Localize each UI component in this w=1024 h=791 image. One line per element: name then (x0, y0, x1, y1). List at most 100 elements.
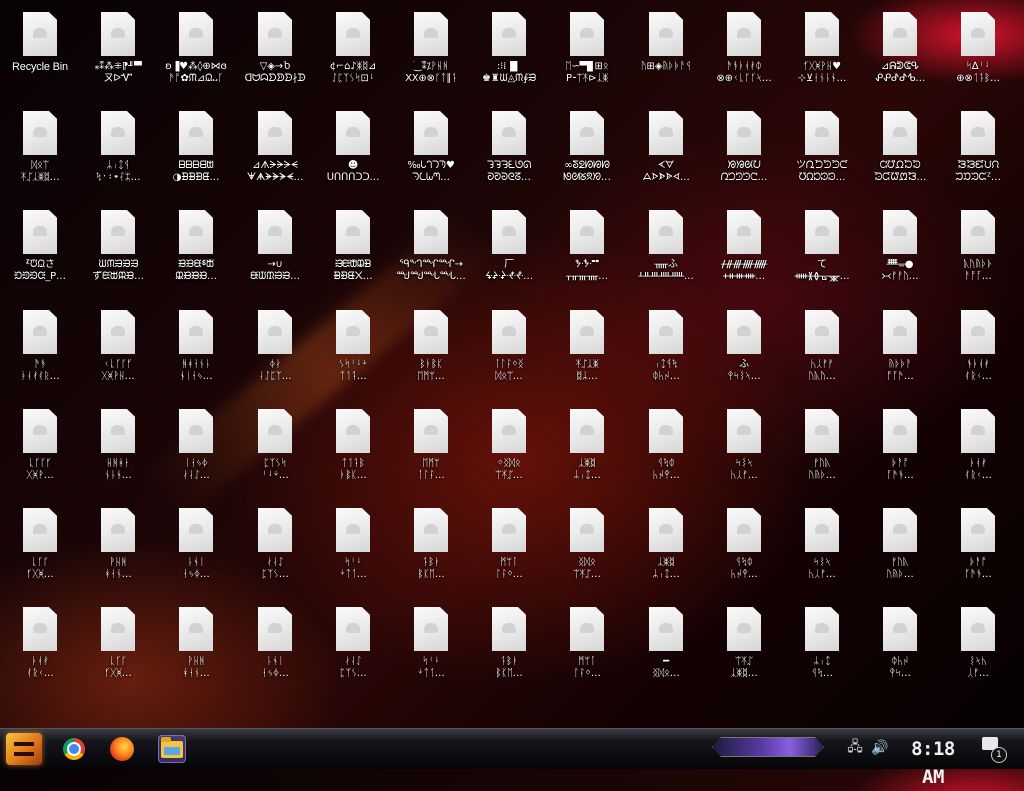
desktop-file-icon[interactable]: ᛑᛒᛓ ᛔᛕᛖ… (470, 599, 548, 697)
desktop-file-icon[interactable]: ᘳᘴᘵᘶᘷ ᘸᘹᘺᘻᘼ… (861, 103, 939, 201)
desktop-file-icon[interactable]: ⊿ᕱᕲᕳᕴ ᕵᕶᕷᕸᕹ… (861, 4, 939, 102)
desktop-file-icon[interactable]: ᚋᚌᚍᚎᚏ ᚐᚑᚒᚓ… (705, 202, 783, 300)
network-icon[interactable]: 🖧 (846, 739, 864, 757)
start-button[interactable] (6, 733, 42, 765)
desktop[interactable]: Recycle Bin ⁎⁑⁂⁜⁋╜▀ ㄡᐅᏉ ʚ▐♥⁂◊⊕⋈ɞ ᚫᚩ✿ᙏ⊿ᙉ᎑ᚴ ▽◈… (0, 0, 1024, 728)
desktop-file-icon[interactable]: ᛈᛉᛊᛋ ᛌᛍᛎ… (236, 401, 314, 499)
desktop-file-icon[interactable]: →∪ ᙠᙡᙢᙣᙤ… (236, 202, 314, 300)
desktop-file-icon[interactable]: ᛣᛤᛥ ᛦᛧᛨ… (627, 500, 705, 598)
desktop-file-icon[interactable]: ‰ᘂᘃᘄᘅ♥ ᘆᘇᘈᘉ… (392, 103, 470, 201)
action-center-button[interactable]: 1 (982, 737, 1007, 763)
desktop-file-icon[interactable]: ∞ᘕᘖᘗᘘᘙ ᘚᘛᘜᘝᘞ… (548, 103, 626, 201)
desktop-file-icon[interactable]: ᛠᛡᛢ ᛣᛤᛥ… (705, 599, 783, 697)
desktop-file-icon[interactable]: ᛷᛸᚠᚡ ᚢᚣᚤ… (783, 302, 861, 400)
desktop-file-icon[interactable]: ᛗᛘᛙ ᛚᛛᛜ… (470, 500, 548, 598)
desktop-file-icon[interactable]: ᛋᛌᛍ ᛎᛏᛐ… (314, 500, 392, 598)
desktop-file-icon[interactable]: ᚹᚺᚻ ᚼᚽᚾ… (157, 599, 235, 697)
desktop-file-icon[interactable]: ᙼᙽᙾᙿ ᚁᚂᚃᚄ… (548, 202, 626, 300)
chrome-taskbar-button[interactable] (60, 735, 88, 763)
desktop-file-icon[interactable]: ☻ ᑌᑍᑎᑏᑐᑑ… (314, 103, 392, 201)
desktop-file-icon[interactable]: ᚹᚺᚻ ᚼᚽᚾ… (79, 500, 157, 598)
desktop-file-icon[interactable]: ━ ᛝᛞᛟ… (627, 599, 705, 697)
desktop-file-icon[interactable]: ᚻᚼᚽᚾᚿ ᛀᛁᛂᛃ… (157, 302, 235, 400)
desktop-file-icon[interactable]: ᗉᗊ ᗋᗌᗍᗎᗏ… (627, 103, 705, 201)
desktop-file-icon[interactable]: ᚶᚷᚸᚹᚺ♥ ⊹⊻ᚽᚾᚿᛀ… (783, 4, 861, 102)
desktop-file-icon[interactable]: ᛡᛢᛣᛤ ᛥᛦ… (548, 302, 626, 400)
volume-icon[interactable]: 🔊 (871, 739, 889, 757)
desktop-file-icon[interactable]: ᛴᛵᛶ ᛷᛸᚠ… (705, 401, 783, 499)
desktop-file-icon[interactable]: ᚅふ ᚆᚇᚈᚉᚊ… (627, 202, 705, 300)
desktop-file-icon[interactable]: ᛩᛪᛰ ᛱᛲᛳ… (627, 401, 705, 499)
desktop-file-icon[interactable]: ᛞᛟᛠ ᛡᛢᛣᛤᛥ… (1, 103, 79, 201)
desktop-file-icon[interactable]: 厂 ᙷᙸᙹᙺᙻ… (470, 202, 548, 300)
desktop-file-icon[interactable]: ᚳᚴᚵᚶ ᚷᚸᚹ… (1, 401, 79, 499)
desktop-file-icon[interactable]: ᚫᚬᚭᚮᚯᛰ ⊗⊕ᚲᚳᚴᚵᛶ… (705, 4, 783, 102)
desktop-file-icon[interactable]: ᚲᚳᚴᚵᚶ ᚷᚸᚹᚺ… (79, 302, 157, 400)
desktop-file-icon[interactable]: ¢⌐⌂♪ᛤᛥ⊿ ᛇᛈᛉᛊᛋ⊡ᛍ (314, 4, 392, 102)
desktop-file-icon[interactable]: ᚧᚨᚩ ᚪᚫᚬ… (861, 401, 939, 499)
firefox-taskbar-button[interactable] (108, 735, 136, 763)
clock[interactable]: 8:18 AM (898, 735, 968, 788)
desktop-file-icon[interactable]: ᙥᙦᙧᙨᙩ ᙪᙫᙬ᙭… (314, 202, 392, 300)
desktop-file-icon[interactable]: ᛊᛋᛌᛍᛎ ᛏᛐᛑ… (314, 302, 392, 400)
desktop-file-icon[interactable]: ᛧᛨᛩᛪ ᛰᛱᛲ… (627, 302, 705, 400)
desktop-file-icon[interactable]: ᛒᛓᛔᛕ ᛖᛗᛘ… (392, 302, 470, 400)
desktop-file-icon[interactable]: ふ ᛳᛴᛵᛶ… (705, 302, 783, 400)
desktop-file-icon[interactable]: ʚ▐♥⁂◊⊕⋈ɞ ᚫᚩ✿ᙏ⊿ᙉ᎑ᚴ (157, 4, 235, 102)
desktop-file-icon[interactable]: ᛴᛵᛶ ᛷᛸᚠ… (783, 500, 861, 598)
desktop-file-icon[interactable]: ᚭᚮᚯ ᚰᚱᚲ… (939, 401, 1017, 499)
recycle-bin[interactable]: Recycle Bin (1, 4, 79, 102)
desktop-file-icon[interactable]: ᘟᘠᘡᘢ ᘣᘤᘥᘦᘧ… (705, 103, 783, 201)
desktop-file-icon[interactable]: ᙎᙏᙐᙑᙒ ずᙓᙔᙕᙖ… (79, 202, 157, 300)
desktop-file-icon[interactable]: ᚣᚤᚥᚦᚧ ᚨᚩᚪ… (939, 202, 1017, 300)
desktop-file-icon[interactable]: ᚡᚢᚣ ᚤᚥᚦ… (783, 401, 861, 499)
desktop-file-icon[interactable]: ᛗᛘᛙ ᛚᛛᛜ… (548, 599, 626, 697)
desktop-file-icon[interactable]: ᛅᛆᛇ ᛈᛉᛊ… (236, 500, 314, 598)
desktop-file-icon[interactable]: ᛜᛝᛞᛟ ᛠᛡᛢ… (470, 401, 548, 499)
desktop-file-icon[interactable]: ᛏᛐᛑᛒ ᛓᛔᛕ… (314, 401, 392, 499)
desktop-file-icon[interactable]: ᚭᚮᚯ ᚰᚱᚲ… (1, 599, 79, 697)
desktop-file-icon[interactable]: ᙇᙈᙉさ ᙊᙋᙌᙍ_P… (1, 202, 79, 300)
desktop-file-icon[interactable]: ᚳᚴᚵ ᚶᚷᚸ… (1, 500, 79, 598)
desktop-file-icon[interactable]: ᛋᛌᛍ ᛎᛏᛐ… (392, 599, 470, 697)
desktop-file-icon[interactable]: ᚿᛀᛁ ᛂᛃᛄ… (236, 599, 314, 697)
desktop-file-icon[interactable]: ツᘩᘪᘫᘬᘭ ᘮᘯᘰᘱᘲ… (783, 103, 861, 201)
desktop-file-icon[interactable]: ᛝᛞᛟ ᛠᛡᛢ… (548, 500, 626, 598)
desktop-file-icon[interactable]: ᚡᚢᚣ ᚤᚥᚦ… (861, 500, 939, 598)
desktop-file-icon[interactable]: ᛁᛂᛃᛄ ᛅᛆᛇ… (157, 401, 235, 499)
desktop-file-icon[interactable]: ᛑᛒᛓ ᛔᛕᛖ… (392, 500, 470, 598)
desktop-file-icon[interactable]: ᚙᚚ● ᚛᚜ᚠᚡᚢ… (861, 202, 939, 300)
desktop-file-icon[interactable]: ᚬᚭᚮᚯ ᚰᚱᚲ… (939, 302, 1017, 400)
desktop-file-icon[interactable]: ▽◈→Ⴆ ᗡᗢᗣᗤᗥᗦ∤ᗬ (236, 4, 314, 102)
desktop-file-icon[interactable]: ᚥᚦᚧᚨ ᚩᚪᚫ… (861, 302, 939, 400)
desktop-file-icon[interactable]: ᚤ⊞◈ᚥᚦᚧᚨᛩ (627, 4, 705, 102)
desktop-file-icon[interactable]: ᛣᛤᛥ ᛦᛧᛨ… (548, 401, 626, 499)
desktop-file-icon[interactable]: ᚺᚻᚼᚽ ᚾᚿᛀ… (79, 401, 157, 499)
desktop-file-icon[interactable]: ᚫᚬ ᚭᚮᚯᚰᚱ… (1, 302, 79, 400)
desktop-file-icon[interactable]: ᚧᚨᚩ ᚪᚫᚬ… (939, 500, 1017, 598)
desktop-file-icon[interactable]: ᛄᛅ ᛆᛇᛈᛉ… (236, 302, 314, 400)
desktop-file-icon[interactable]: ᛦᛧᛨ ᛩᛪ… (783, 599, 861, 697)
desktop-file-icon[interactable]: ⁎⁑⁂⁜⁋╜▀ ㄡᐅᏉ (79, 4, 157, 102)
desktop-file-icon[interactable]: ᙯᙰᙱᙲ→ ᙳᙴᙵᙶ… (392, 202, 470, 300)
desktop-file-icon[interactable]: て ᚔᚕᚖᚗᚘ… (783, 202, 861, 300)
file-explorer-taskbar-button[interactable] (158, 735, 186, 763)
desktop-file-icon[interactable]: :⁝⁞▐▌ ♚♜ᙎ◬ᙏ∮ᙑ (470, 4, 548, 102)
desktop-file-icon[interactable]: ᛰᛱᛲ ᛳᛴ… (861, 599, 939, 697)
desktop-file-icon[interactable]: ᛵᛶᛷ ᛸᚠ… (939, 599, 1017, 697)
desktop-file-icon[interactable]: ᚳᚴᚵ ᚶᚷᚸ… (79, 599, 157, 697)
desktop-file-icon[interactable]: ᛖᛗᛘ ᛙᛚᛛ… (392, 401, 470, 499)
desktop-file-icon[interactable]: ᙗᙘᙙᙚᙛ ᙜᙝᙞᙟ… (157, 202, 235, 300)
desktop-file-icon[interactable]: ᘽᘾᘿᙀᙁ ᙂᙃᙄᙅᙆ… (939, 103, 1017, 201)
desktop-file-icon[interactable]: ᗷᗸᗹᗺᗻ ◑ᗽᗾᗿᘀ… (157, 103, 235, 201)
desktop-file-icon[interactable]: ᛙᛚᛛᛜᛝ ᛞᛟᛠ… (470, 302, 548, 400)
desktop-file-icon[interactable]: ᛅᛆᛇ ᛈᛉᛊ… (314, 599, 392, 697)
desktop-file-icon[interactable]: ᘊᘋᘌᘍᘎᘏ ᘐᘑᘒᘓᘔ… (470, 103, 548, 201)
desktop-file-icon[interactable]: ᚿᛀᛁ ᛂᛃᛄ… (157, 500, 235, 598)
desktop-file-icon[interactable]: ᛦᛧᛨᛩ ᛪ᛫᛬᛭ᛮᛯ… (79, 103, 157, 201)
desktop-file-icon[interactable]: ᛖ∽▀▊⊞ᛟ P⁃ᛠᛡ⊳ᛣᛤ (548, 4, 626, 102)
desktop-file-icon[interactable]: ⊿ᗑᗒᗓᗔᗕ ᗖᗗᗘᗙᗚᗛ… (236, 103, 314, 201)
desktop-file-icon[interactable]: ᛋ∆ᛌᛍ ⊕⊗ᛐᛑᛒ… (939, 4, 1017, 102)
desktop-file-icon[interactable]: ⁐⁑⁒ᚹᚺᚻ XX⊕⊗ᚵᛏ∥ᛑ (392, 4, 470, 102)
desktop-file-icon[interactable]: ᛩᛪᛰ ᛱᛲᛳ… (705, 500, 783, 598)
